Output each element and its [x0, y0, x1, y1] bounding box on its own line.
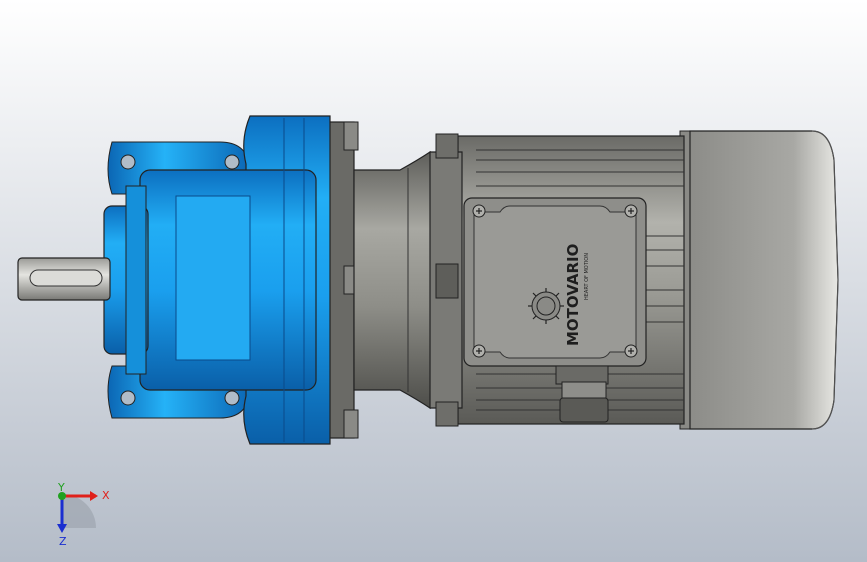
motor-fan-cover [679, 130, 839, 430]
output-shaft [17, 257, 111, 301]
cable-gland [555, 365, 609, 423]
brand-tagline: HEART OF MOTION [584, 253, 590, 300]
cad-scene: MOTOVARIO HEART OF MOTION X Y Z [0, 0, 867, 562]
y-axis-label: Y [57, 481, 65, 494]
terminal-box: MOTOVARIO HEART OF MOTION [463, 197, 647, 367]
gear-housing-grey [327, 121, 431, 439]
z-axis-label: Z [59, 535, 67, 548]
gearbox-blue [103, 115, 331, 445]
cad-viewport[interactable]: MOTOVARIO HEART OF MOTION X Y Z [0, 0, 867, 562]
x-axis-label: X [102, 489, 110, 502]
brand-logo: MOTOVARIO [564, 244, 582, 346]
gear-logo-icon [528, 288, 564, 324]
